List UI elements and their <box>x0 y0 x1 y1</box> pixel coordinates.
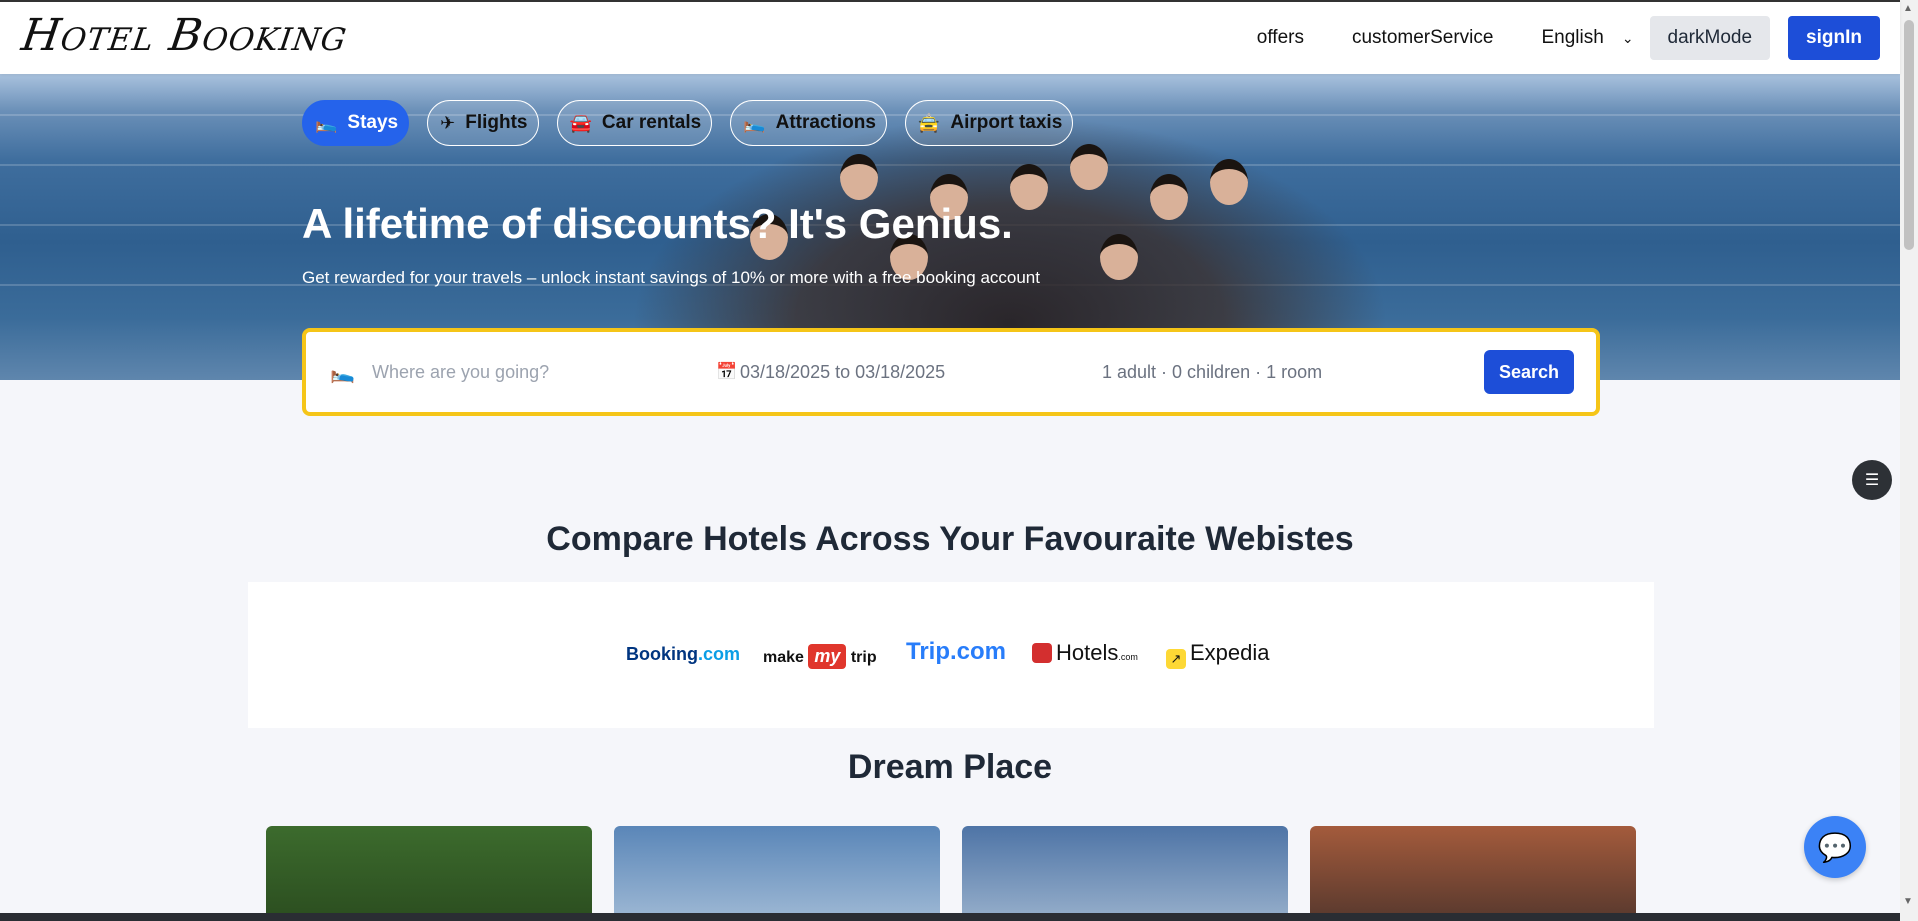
scroll-down-icon[interactable]: ▼ <box>1903 896 1913 907</box>
nav-customer-service[interactable]: customerService <box>1352 27 1494 49</box>
car-icon: 🚘 <box>569 112 592 133</box>
plane-icon: ✈ <box>440 112 456 133</box>
hero-person <box>1210 159 1248 205</box>
bed-icon: 🛌 <box>315 112 338 133</box>
compare-title: Compare Hotels Across Your Favouraite We… <box>546 520 1354 558</box>
tab-attractions[interactable]: 🛌 Attractions <box>730 100 887 146</box>
top-header: Hotel Booking offers customerService Eng… <box>0 0 1900 74</box>
tab-airport-taxis[interactable]: 🚖 Airport taxis <box>904 100 1074 146</box>
destination-card[interactable] <box>962 826 1288 916</box>
hotels-logo[interactable]: Hotels.com <box>1032 640 1138 666</box>
bed-icon: 🛌 <box>743 112 766 133</box>
logo-text: .com <box>1118 652 1138 662</box>
destination-input[interactable] <box>372 361 672 383</box>
destination-card[interactable] <box>266 826 592 916</box>
booking-logo[interactable]: Booking.com <box>626 644 740 665</box>
tab-label: Stays <box>347 112 399 133</box>
expedia-logo[interactable]: ↗ Expedia <box>1166 640 1270 669</box>
hero-person <box>1070 144 1108 190</box>
hotels-icon <box>1032 643 1052 663</box>
tab-label: Airport taxis <box>950 112 1063 133</box>
tab-car-rentals[interactable]: 🚘 Car rentals <box>556 100 713 146</box>
logo-text: trip <box>850 649 877 666</box>
expedia-icon: ↗ <box>1166 649 1186 669</box>
hero-title: A lifetime of discounts? It's Genius. <box>302 200 1013 247</box>
destination-card[interactable] <box>614 826 940 916</box>
hero-subtitle: Get rewarded for your travels – unlock i… <box>302 268 1040 287</box>
dark-mode-button[interactable]: darkMode <box>1649 16 1771 60</box>
travel-tabs: 🛌 Stays ✈ Flights 🚘 Car rentals 🛌 Attrac… <box>302 100 1091 146</box>
chevron-down-icon: ⌄ <box>1621 29 1634 46</box>
logo-text: Booking <box>626 644 698 664</box>
tab-label: Flights <box>465 112 528 133</box>
logo-text: my <box>808 644 847 669</box>
nav-offers[interactable]: offers <box>1257 27 1304 49</box>
taskbar-strip <box>0 913 1900 921</box>
menu-list-icon[interactable]: ☰ <box>1852 460 1892 500</box>
destination-card[interactable] <box>1310 826 1636 916</box>
calendar-icon: 📅 <box>716 362 738 381</box>
taxi-icon: 🚖 <box>917 112 941 133</box>
logo-text: Expedia <box>1190 640 1270 665</box>
guests-selector[interactable]: 1 adult · 0 children · 1 room <box>1102 362 1322 383</box>
logo-text: .com <box>698 644 741 664</box>
tab-label: Attractions <box>775 112 876 133</box>
makemytrip-logo[interactable]: make my trip <box>763 644 877 669</box>
chat-icon[interactable]: 💬 <box>1804 816 1866 878</box>
tab-label: Car rentals <box>601 112 702 133</box>
search-bar: 🛌 📅 03/18/2025 to 03/18/2025 1 adult · 0… <box>302 328 1600 416</box>
partner-logos: Booking.com make my trip Trip.com Hotels… <box>248 582 1654 728</box>
bed-icon: 🛌 <box>330 361 355 384</box>
language-select[interactable]: English ⌄ <box>1541 27 1633 49</box>
date-range-picker[interactable]: 03/18/2025 to 03/18/2025 <box>740 362 945 383</box>
logo-text: make <box>763 649 804 666</box>
page-scrollbar[interactable]: ▲ ▼ <box>1900 0 1918 921</box>
scroll-up-icon[interactable]: ▲ <box>1903 3 1913 14</box>
site-logo[interactable]: Hotel Booking <box>18 10 350 61</box>
hero-person <box>1010 164 1048 210</box>
dream-place-title: Dream Place <box>847 748 1053 786</box>
trip-logo[interactable]: Trip.com <box>906 638 1006 666</box>
logo-text: Hotels <box>1056 640 1119 665</box>
sign-in-button[interactable]: signIn <box>1788 16 1880 60</box>
hero-person <box>1100 234 1138 280</box>
tab-stays[interactable]: 🛌 Stays <box>302 100 410 146</box>
search-button[interactable]: Search <box>1484 350 1574 394</box>
hero-person <box>840 154 878 200</box>
hero-person <box>1150 174 1188 220</box>
scroll-thumb[interactable] <box>1904 20 1914 250</box>
language-label: English <box>1541 27 1604 48</box>
top-nav: offers customerService English ⌄ darkMod… <box>1257 2 1900 74</box>
tab-flights[interactable]: ✈ Flights <box>427 100 539 146</box>
